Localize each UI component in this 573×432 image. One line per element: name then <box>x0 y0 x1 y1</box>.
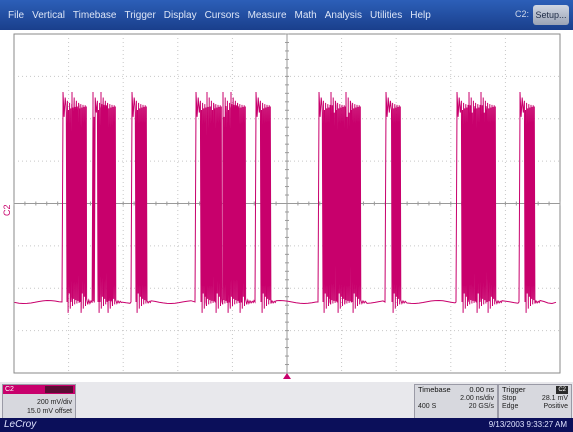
timebase-row-2: 400 S 20 GS/s <box>415 403 497 411</box>
trigger-type: Edge <box>502 403 519 410</box>
timebase-header: Timebase 0.00 ns <box>415 385 497 395</box>
trigger-row-2: Edge Positive <box>499 403 571 411</box>
channel-descriptor-box[interactable]: C2 200 mV/div 15.0 mV offset <box>2 384 76 419</box>
timebase-descriptor-box[interactable]: Timebase 0.00 ns 2.00 ns/div 400 S 20 GS… <box>414 384 498 419</box>
menu-item-utilities[interactable]: Utilities <box>370 10 402 21</box>
timebase-delay: 0.00 ns <box>469 385 494 394</box>
trigger-title: Trigger <box>502 385 526 394</box>
menu-item-file[interactable]: File <box>8 10 24 21</box>
channel-tag <box>45 386 73 393</box>
trigger-descriptor-box[interactable]: Trigger C2 Stop 28.1 mV Edge Positive <box>498 384 572 419</box>
menu-item-analysis[interactable]: Analysis <box>325 10 362 21</box>
trigger-source-badge: C2 <box>556 386 568 394</box>
bottom-panel: C2 200 mV/div 15.0 mV offset Timebase 0.… <box>0 382 573 419</box>
volts-per-div: 200 mV/div <box>36 399 72 406</box>
trigger-mode: Stop <box>502 395 517 402</box>
menu-item-display[interactable]: Display <box>164 10 197 21</box>
menu-bar: File Vertical Timebase Trigger Display Cursor… <box>0 0 573 30</box>
trigger-position-marker <box>283 373 291 379</box>
timestamp: 9/13/2003 9:33:27 AM <box>488 420 567 429</box>
menu-item-vertical[interactable]: Vertical <box>32 10 65 21</box>
brand-logo: LeCroy <box>4 419 37 430</box>
trigger-header: Trigger C2 <box>499 385 571 395</box>
setup-button[interactable]: Setup... <box>533 5 569 25</box>
menu-item-measure[interactable]: Measure <box>248 10 287 21</box>
channel-descriptor-header: C2 <box>3 385 75 394</box>
sample-count: 400 S <box>418 403 437 410</box>
waveform-display[interactable]: C2 <box>0 30 573 380</box>
timebase-title: Timebase <box>418 385 451 394</box>
sample-rate: 20 GS/s <box>468 403 494 410</box>
menu-item-math[interactable]: Math <box>295 10 317 21</box>
menu-item-timebase[interactable]: Timebase <box>73 10 117 21</box>
trigger-level: 28.1 mV <box>541 395 568 402</box>
trace-channel-label: C2 <box>2 204 12 216</box>
trigger-slope: Positive <box>543 403 568 410</box>
time-per-div: 2.00 ns/div <box>460 395 494 402</box>
menu-item-help[interactable]: Help <box>410 10 431 21</box>
channel-name: C2 <box>5 386 14 393</box>
status-bar: LeCroy 9/13/2003 9:33:27 AM <box>0 418 573 432</box>
waveform-grid[interactable] <box>0 30 573 380</box>
channel-indicator: C2: <box>514 9 529 19</box>
menu-item-cursors[interactable]: Cursors <box>205 10 240 21</box>
menu-item-trigger[interactable]: Trigger <box>124 10 155 21</box>
channel-offset: 15.0 mV offset <box>26 408 72 415</box>
trigger-row-1: Stop 28.1 mV <box>499 395 571 403</box>
timebase-row-1: 2.00 ns/div <box>415 395 497 403</box>
